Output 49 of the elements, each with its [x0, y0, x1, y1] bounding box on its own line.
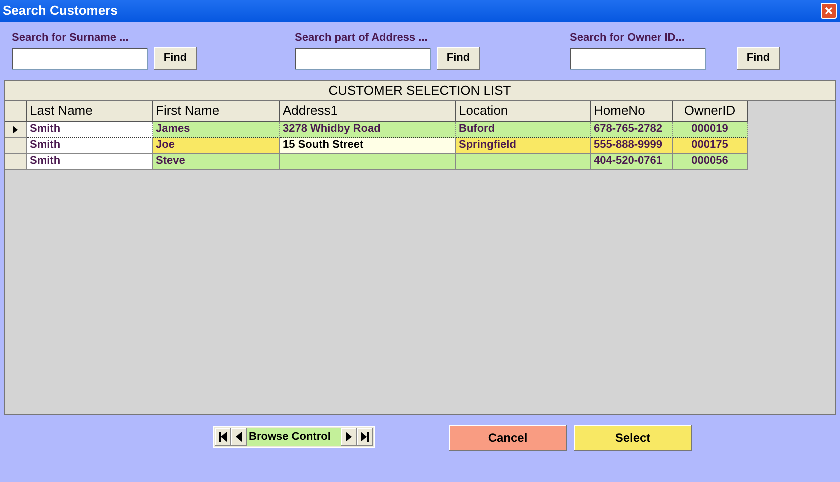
table-cell: Smith	[27, 138, 153, 154]
list-title: CUSTOMER SELECTION LIST	[5, 81, 835, 101]
find-button[interactable]: Find	[737, 47, 780, 70]
search-field[interactable]	[12, 48, 148, 70]
column-header[interactable]: HomeNo	[591, 101, 673, 122]
column-header[interactable]: Location	[456, 101, 591, 122]
browse-label: Browse Control	[247, 428, 341, 446]
current-row-icon	[13, 126, 18, 134]
next-record-button[interactable]	[341, 428, 357, 446]
column-header[interactable]: First Name	[153, 101, 280, 122]
close-icon	[825, 7, 833, 15]
row-selector-header	[5, 101, 27, 122]
table-cell: 15 South Street	[280, 138, 456, 154]
skip-start-icon	[219, 432, 227, 442]
cancel-button[interactable]: Cancel	[449, 425, 567, 451]
row-selector[interactable]	[5, 122, 27, 138]
table-cell: Buford	[456, 122, 591, 138]
column-header[interactable]: Last Name	[27, 101, 153, 122]
search-field[interactable]	[570, 48, 706, 70]
left-triangle-icon	[235, 432, 243, 442]
window-title: Search Customers	[3, 2, 118, 20]
table-cell: Springfield	[456, 138, 591, 154]
table-cell: Joe	[153, 138, 280, 154]
search-field[interactable]	[295, 48, 431, 70]
skip-end-icon	[361, 432, 369, 442]
table-cell: Smith	[27, 122, 153, 138]
find-button[interactable]: Find	[154, 47, 197, 70]
search-label: Search part of Address ...	[295, 31, 429, 46]
table-cell: Smith	[27, 154, 153, 170]
close-button[interactable]	[821, 3, 837, 19]
table-cell: 000056	[673, 154, 748, 170]
table-cell: James	[153, 122, 280, 138]
table-cell: 555-888-9999	[591, 138, 673, 154]
table-cell: 000175	[673, 138, 748, 154]
last-record-button[interactable]	[357, 428, 373, 446]
column-header[interactable]: OwnerID	[673, 101, 748, 122]
table-cell: 3278 Whidby Road	[280, 122, 456, 138]
table-cell: 404-520-0761	[591, 154, 673, 170]
select-button[interactable]: Select	[574, 425, 692, 451]
first-record-button[interactable]	[215, 428, 231, 446]
table-cell: 000019	[673, 122, 748, 138]
column-header[interactable]: Address1	[280, 101, 456, 122]
search-label: Search for Surname ...	[12, 31, 130, 46]
right-triangle-icon	[345, 432, 353, 442]
table-cell: Steve	[153, 154, 280, 170]
search-label: Search for Owner ID...	[570, 31, 686, 46]
table-cell: 678-765-2782	[591, 122, 673, 138]
previous-record-button[interactable]	[231, 428, 247, 446]
find-button[interactable]: Find	[437, 47, 480, 70]
